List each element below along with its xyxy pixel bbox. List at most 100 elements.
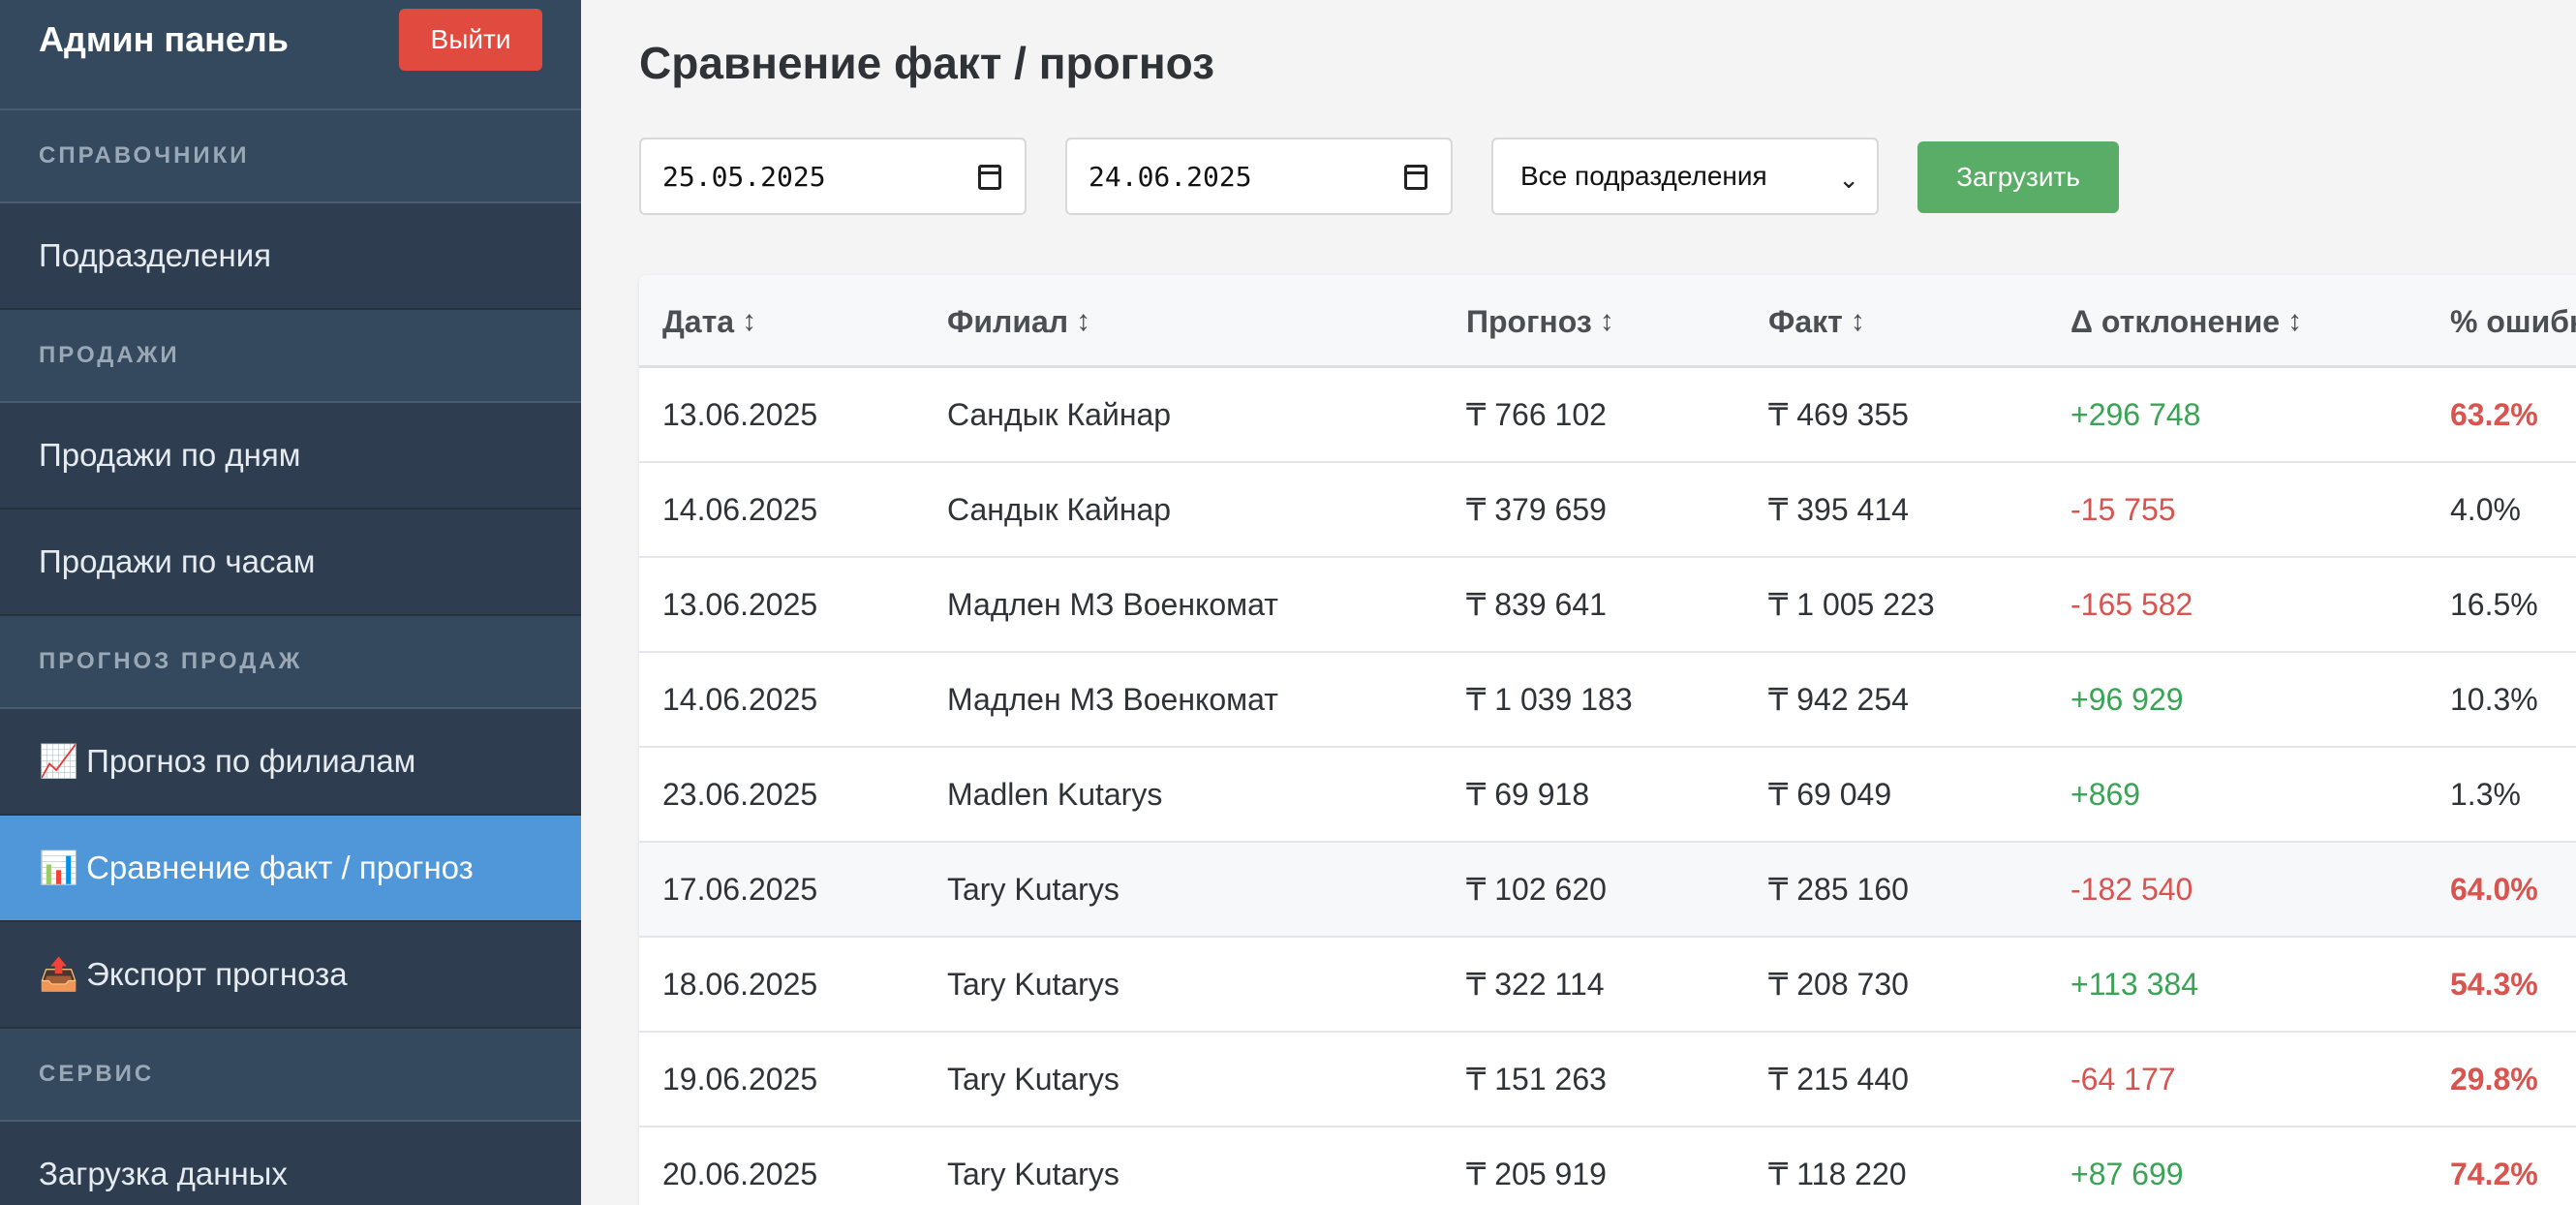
section-sales-forecast: ПРОГНОЗ ПРОДАЖ <box>0 616 581 709</box>
table-header: Дата ↕ Филиал ↕ Прогноз ↕ Факт ↕ Δ отклонени… <box>639 275 2576 368</box>
cell-branch: Сандык Кайнар <box>947 491 1172 527</box>
sort-icon: ↕ <box>1076 305 1091 337</box>
cell-delta: +869 <box>2070 776 2141 812</box>
cell-delta: -165 582 <box>2070 586 2193 622</box>
cell-error: 16.5% <box>2450 586 2538 622</box>
sidebar-item-sales-by-hour[interactable]: Продажи по часам <box>0 510 581 616</box>
cell-fact: ₸ 215 440 <box>1768 1062 1909 1097</box>
sidebar: Админ панель Выйти СПРАВОЧНИКИ Подраздел… <box>0 0 581 1205</box>
load-button[interactable]: Загрузить <box>1917 141 2119 213</box>
table-row: 17.06.2025 Tary Kutarys ₸ 102 620 ₸ 285 160… <box>639 843 2576 938</box>
cell-fact: ₸ 69 049 <box>1768 777 1892 812</box>
cell-delta: +113 384 <box>2070 966 2198 1002</box>
cell-date: 18.06.2025 <box>662 966 818 1002</box>
cell-error: 64.0% <box>2450 871 2538 907</box>
cell-delta: -182 540 <box>2070 871 2193 907</box>
cell-date: 20.06.2025 <box>662 1156 818 1191</box>
sidebar-item-sales-by-day[interactable]: Продажи по дням <box>0 403 581 510</box>
column-header-branch[interactable]: Филиал ↕ <box>947 275 1090 368</box>
cell-branch: Tary Kutarys <box>947 1061 1119 1097</box>
table-row: 13.06.2025 Мадлен МЗ Военкомат ₸ 839 641 ₸ … <box>639 558 2576 653</box>
cell-forecast: ₸ 379 659 <box>1466 492 1607 527</box>
cell-date: 23.06.2025 <box>662 776 818 812</box>
chevron-down-icon: ⌄ <box>1838 165 1859 194</box>
table-row: 19.06.2025 Tary Kutarys ₸ 151 263 ₸ 215 440… <box>639 1033 2576 1128</box>
calendar-icon[interactable] <box>978 165 1001 190</box>
cell-branch: Tary Kutarys <box>947 966 1119 1002</box>
division-select-value: Все подразделения <box>1520 161 1767 191</box>
cell-fact: ₸ 208 730 <box>1768 967 1909 1002</box>
cell-error: 4.0% <box>2450 491 2521 527</box>
date-to-input[interactable]: 24.06.2025 <box>1065 138 1453 215</box>
sidebar-item-fact-vs-forecast[interactable]: 📊 Сравнение факт / прогноз <box>0 816 581 922</box>
comparison-table: Дата ↕ Филиал ↕ Прогноз ↕ Факт ↕ Δ отклонени… <box>639 275 2576 1205</box>
date-from-input[interactable]: 25.05.2025 <box>639 138 1027 215</box>
sidebar-item-label: Подразделения <box>39 237 271 273</box>
cell-fact: ₸ 118 220 <box>1768 1157 1907 1191</box>
sidebar-item-forecast-by-branch[interactable]: 📈 Прогноз по филиалам <box>0 709 581 816</box>
section-directories: СПРАВОЧНИКИ <box>0 110 581 203</box>
cell-forecast: ₸ 102 620 <box>1466 872 1607 907</box>
sidebar-item-label: Продажи по дням <box>39 437 301 473</box>
cell-fact: ₸ 1 005 223 <box>1768 587 1935 622</box>
cell-error: 10.3% <box>2450 681 2538 717</box>
date-from-value: 25.05.2025 <box>662 160 826 193</box>
date-to-value: 24.06.2025 <box>1089 160 1252 193</box>
cell-error: 63.2% <box>2450 396 2538 432</box>
sidebar-item-label: Продажи по часам <box>39 543 316 579</box>
sort-icon: ↕ <box>1850 305 1865 337</box>
cell-delta: -64 177 <box>2070 1061 2176 1097</box>
cell-forecast: ₸ 839 641 <box>1466 587 1607 622</box>
table-row: 18.06.2025 Tary Kutarys ₸ 322 114 ₸ 208 730… <box>639 938 2576 1033</box>
calendar-icon[interactable] <box>1404 165 1427 190</box>
cell-branch: Мадлен МЗ Военкомат <box>947 586 1278 622</box>
sidebar-item-data-upload[interactable]: Загрузка данных <box>0 1122 581 1205</box>
cell-forecast: ₸ 1 039 183 <box>1466 682 1633 717</box>
sidebar-header: Админ панель Выйти <box>0 0 581 110</box>
cell-date: 19.06.2025 <box>662 1061 818 1097</box>
outbox-tray-icon: 📤 <box>39 955 79 992</box>
sidebar-item-label: Сравнение факт / прогноз <box>86 850 474 885</box>
sidebar-item-export-forecast[interactable]: 📤 Экспорт прогноза <box>0 922 581 1029</box>
cell-date: 13.06.2025 <box>662 586 818 622</box>
chart-up-icon: 📈 <box>39 742 79 779</box>
cell-forecast: ₸ 766 102 <box>1466 397 1607 432</box>
cell-branch: Tary Kutarys <box>947 871 1119 907</box>
bar-chart-icon: 📊 <box>39 849 79 885</box>
section-sales: ПРОДАЖИ <box>0 310 581 403</box>
division-select[interactable]: Все подразделения ⌄ <box>1491 138 1879 215</box>
cell-branch: Madlen Kutarys <box>947 776 1163 812</box>
column-header-error[interactable]: % ошибки <box>2450 275 2576 368</box>
cell-forecast: ₸ 322 114 <box>1466 967 1605 1002</box>
column-header-delta[interactable]: Δ отклонение ↕ <box>2070 275 2302 368</box>
cell-date: 13.06.2025 <box>662 396 818 432</box>
cell-branch: Мадлен МЗ Военкомат <box>947 681 1278 717</box>
cell-error: 74.2% <box>2450 1156 2538 1191</box>
cell-delta: +87 699 <box>2070 1156 2184 1191</box>
section-service: СЕРВИС <box>0 1029 581 1122</box>
sidebar-item-label: Загрузка данных <box>39 1156 288 1191</box>
cell-forecast: ₸ 205 919 <box>1466 1157 1607 1191</box>
cell-error: 1.3% <box>2450 776 2521 812</box>
cell-delta: +96 929 <box>2070 681 2184 717</box>
sort-icon: ↕ <box>1599 305 1614 337</box>
cell-delta: +296 748 <box>2070 396 2201 432</box>
column-header-fact[interactable]: Факт ↕ <box>1768 275 1865 368</box>
cell-date: 14.06.2025 <box>662 681 818 717</box>
logout-button[interactable]: Выйти <box>399 9 542 71</box>
sidebar-item-label: Прогноз по филиалам <box>86 743 416 779</box>
cell-branch: Сандык Кайнар <box>947 396 1172 432</box>
sort-icon: ↕ <box>2287 305 2303 337</box>
main-content: Сравнение факт / прогноз 25.05.2025 24.0… <box>581 0 2576 1205</box>
cell-forecast: ₸ 151 263 <box>1466 1062 1607 1097</box>
cell-error: 54.3% <box>2450 966 2538 1002</box>
sidebar-item-divisions[interactable]: Подразделения <box>0 203 581 310</box>
column-header-forecast[interactable]: Прогноз ↕ <box>1466 275 1614 368</box>
app-title: Админ панель <box>39 19 289 59</box>
sort-icon: ↕ <box>742 305 757 337</box>
column-header-date[interactable]: Дата ↕ <box>662 275 756 368</box>
page-title: Сравнение факт / прогноз <box>639 38 1214 88</box>
table-row: 20.06.2025 Tary Kutarys ₸ 205 919 ₸ 118 220… <box>639 1128 2576 1205</box>
cell-delta: -15 755 <box>2070 491 2176 527</box>
cell-fact: ₸ 469 355 <box>1768 397 1909 432</box>
